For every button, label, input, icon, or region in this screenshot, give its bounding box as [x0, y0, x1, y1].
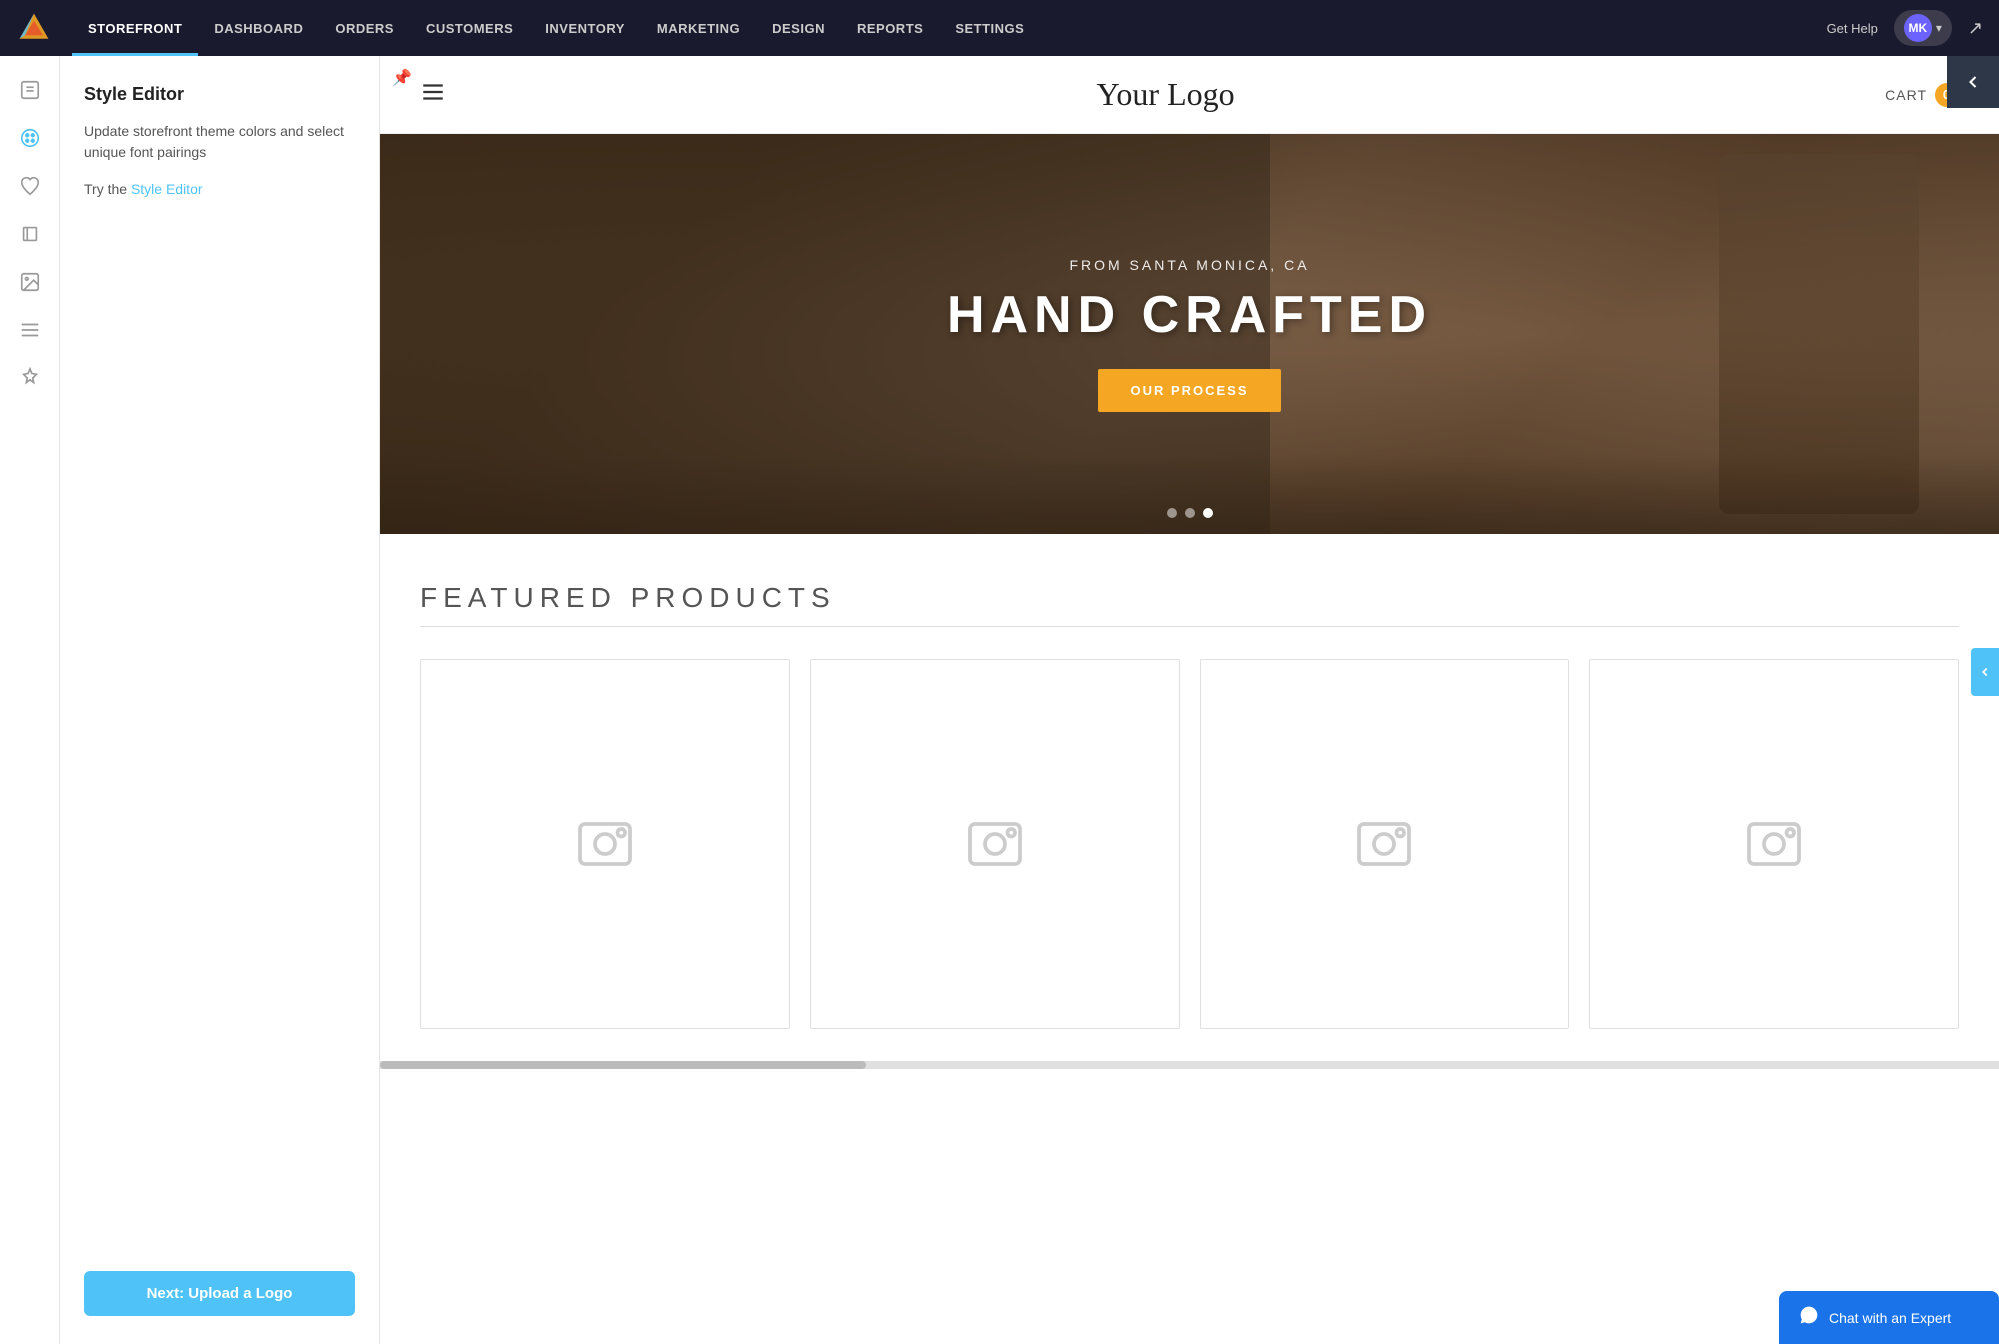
sidebar-icon-images[interactable]	[8, 260, 52, 304]
top-navigation: STOREFRONT DASHBOARD ORDERS CUSTOMERS IN…	[0, 0, 1999, 56]
sidebar-icon-design[interactable]	[8, 212, 52, 256]
pin-icon: 📌	[392, 68, 412, 88]
nav-orders[interactable]: ORDERS	[319, 0, 410, 56]
collapse-right-button[interactable]	[1971, 648, 1999, 696]
nav-reports[interactable]: REPORTS	[841, 0, 939, 56]
nav-settings[interactable]: SETTINGS	[939, 0, 1040, 56]
product-card-1[interactable]	[420, 659, 790, 1029]
hero-dots	[1167, 508, 1213, 518]
app-logo	[16, 10, 52, 46]
hero-dot-2[interactable]	[1185, 508, 1195, 518]
sidebar-icon-palette[interactable]	[8, 116, 52, 160]
nav-menu: STOREFRONT DASHBOARD ORDERS CUSTOMERS IN…	[72, 0, 1827, 56]
user-menu[interactable]: MK ▾	[1894, 10, 1952, 46]
external-link-icon[interactable]: ↗	[1968, 18, 1983, 39]
product-placeholder-icon-2	[965, 814, 1025, 874]
style-editor-panel: Style Editor Update storefront theme col…	[60, 56, 380, 1344]
get-help-link[interactable]: Get Help	[1827, 21, 1878, 36]
hero-dot-1[interactable]	[1167, 508, 1177, 518]
preview-header: Your Logo CART 0	[380, 56, 1999, 134]
hamburger-menu-icon[interactable]	[420, 79, 446, 111]
nav-marketing[interactable]: MARKETING	[641, 0, 756, 56]
preview-collapse-button[interactable]	[1947, 56, 1999, 108]
style-editor-title: Style Editor	[84, 84, 355, 105]
products-grid	[420, 659, 1959, 1029]
hero-banner: FROM SANTA MONICA, CA HAND CRAFTED OUR P…	[380, 134, 1999, 534]
hero-dot-3[interactable]	[1203, 508, 1213, 518]
storefront-content: 📌 Your Logo CART 0	[380, 56, 1999, 1344]
user-chevron-icon: ▾	[1936, 21, 1942, 35]
cart-label: CART	[1885, 87, 1927, 103]
featured-divider	[420, 626, 1959, 627]
product-placeholder-icon-1	[575, 814, 635, 874]
style-editor-try-text: Try the Style Editor	[84, 179, 355, 200]
product-placeholder-icon-4	[1744, 814, 1804, 874]
chat-label: Chat with an Expert	[1829, 1310, 1951, 1326]
nav-inventory[interactable]: INVENTORY	[529, 0, 641, 56]
storefront-preview: 📌 Your Logo CART 0	[380, 56, 1999, 1344]
scrollbar-thumb[interactable]	[380, 1061, 866, 1069]
chat-with-expert-widget[interactable]: Chat with an Expert	[1779, 1291, 1999, 1344]
hero-title: HAND CRAFTED	[947, 285, 1432, 345]
nav-design[interactable]: DESIGN	[756, 0, 841, 56]
left-sidebar	[0, 56, 60, 1344]
product-card-3[interactable]	[1200, 659, 1570, 1029]
nav-customers[interactable]: CUSTOMERS	[410, 0, 529, 56]
featured-products-section: FEATURED PRODUCTS	[380, 534, 1999, 1061]
nav-right-section: Get Help MK ▾ ↗	[1827, 10, 1983, 46]
style-editor-description: Update storefront theme colors and selec…	[84, 121, 355, 163]
featured-products-title: FEATURED PRODUCTS	[420, 582, 1959, 614]
nav-storefront[interactable]: STOREFRONT	[72, 0, 198, 56]
store-logo: Your Logo	[1097, 76, 1235, 113]
chat-icon	[1799, 1305, 1819, 1330]
next-upload-logo-button[interactable]: Next: Upload a Logo	[84, 1271, 355, 1316]
hero-cta-button[interactable]: OUR PROCESS	[1098, 369, 1280, 412]
product-placeholder-icon-3	[1354, 814, 1414, 874]
product-card-2[interactable]	[810, 659, 1180, 1029]
hero-subtitle: FROM SANTA MONICA, CA	[1069, 257, 1309, 273]
style-editor-link[interactable]: Style Editor	[131, 181, 203, 197]
preview-scrollbar[interactable]	[380, 1061, 1999, 1069]
user-avatar: MK	[1904, 14, 1932, 42]
sidebar-icon-menu[interactable]	[8, 308, 52, 352]
hero-content: FROM SANTA MONICA, CA HAND CRAFTED OUR P…	[380, 134, 1999, 534]
product-card-4[interactable]	[1589, 659, 1959, 1029]
nav-dashboard[interactable]: DASHBOARD	[198, 0, 319, 56]
sidebar-icon-favorites[interactable]	[8, 164, 52, 208]
sidebar-icon-pages[interactable]	[8, 68, 52, 112]
sidebar-icon-magic[interactable]	[8, 356, 52, 400]
